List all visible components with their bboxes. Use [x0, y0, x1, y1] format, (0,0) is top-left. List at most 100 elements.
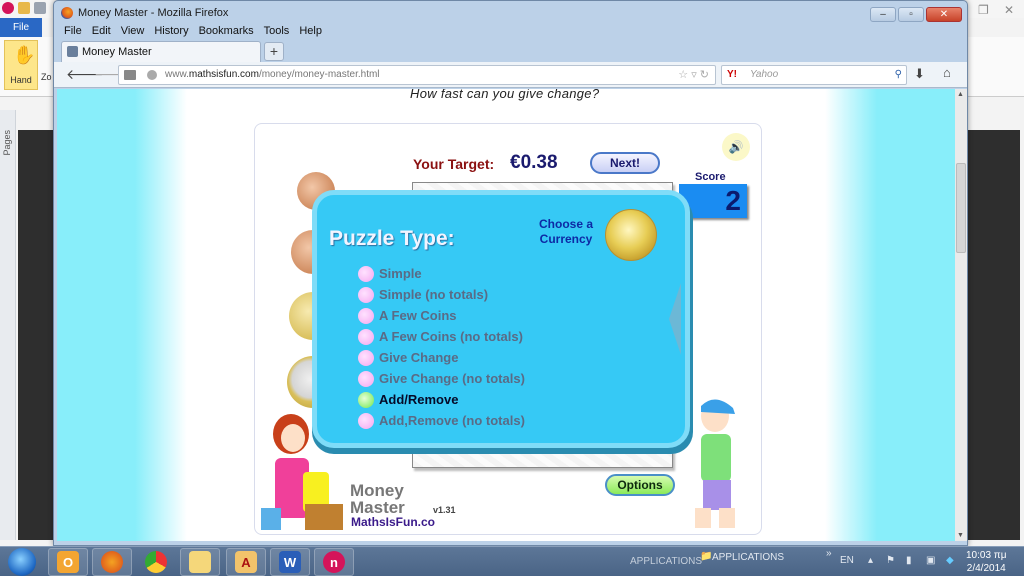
chrome-icon: [145, 551, 167, 573]
site-link[interactable]: MathsIsFun.co: [351, 515, 435, 529]
app-logo-icon: [2, 2, 14, 14]
dropdown-icon[interactable]: ▿: [691, 69, 697, 81]
hand-tool-label: Hand: [10, 75, 32, 85]
word-icon: W: [279, 551, 301, 573]
power-icon[interactable]: ▮: [906, 555, 912, 566]
scroll-thumb[interactable]: [956, 163, 966, 253]
option-label: Add,Remove (no totals): [379, 413, 525, 428]
download-icon[interactable]: ⬇: [914, 66, 925, 82]
home-icon[interactable]: ⌂: [943, 65, 951, 80]
bookmark-star-icon[interactable]: ☆: [678, 69, 688, 81]
option-give-change[interactable]: Give Change: [358, 347, 525, 368]
toolbar-overflow[interactable]: »: [826, 548, 832, 559]
window-title-bar: Money Master - Mozilla Firefox: [61, 7, 228, 19]
currency-coin-icon[interactable]: [605, 209, 657, 261]
save-icon[interactable]: [34, 2, 46, 14]
app-n-icon: n: [323, 551, 345, 573]
menu-tools[interactable]: Tools: [264, 25, 290, 37]
open-folder-icon[interactable]: [18, 2, 30, 14]
logo-line-2: Master: [350, 498, 405, 517]
toolbar-applications-1[interactable]: APPLICATIONS: [630, 556, 702, 567]
menu-view[interactable]: View: [121, 25, 145, 37]
panel-collapse-arrow-icon[interactable]: [669, 283, 681, 355]
network-icon[interactable]: ▣: [926, 555, 935, 566]
next-button[interactable]: Next!: [590, 152, 660, 174]
close-button[interactable]: ✕: [926, 7, 962, 22]
start-button[interactable]: [8, 548, 36, 576]
option-simple[interactable]: Simple: [358, 263, 525, 284]
url-bar-actions: ☆ ▿ ↻: [678, 66, 709, 84]
option-give-change-no-totals[interactable]: Give Change (no totals): [358, 368, 525, 389]
taskbar-app[interactable]: n: [314, 548, 354, 576]
globe-icon: [147, 70, 157, 80]
reload-icon[interactable]: ↻: [700, 69, 709, 81]
menu-history[interactable]: History: [154, 25, 188, 37]
menu-help[interactable]: Help: [299, 25, 322, 37]
menu-bar: File Edit View History Bookmarks Tools H…: [64, 25, 322, 37]
url-domain: mathsisfun.com: [188, 69, 259, 80]
menu-file[interactable]: File: [64, 25, 82, 37]
option-a-few-coins[interactable]: A Few Coins: [358, 305, 525, 326]
taskbar-explorer[interactable]: [180, 548, 220, 576]
currency-label-line-1: Choose a: [539, 217, 594, 231]
puzzle-type-panel: Puzzle Type: Choose a Currency Simple Si…: [312, 190, 690, 448]
new-tab-button[interactable]: +: [264, 42, 284, 61]
option-a-few-coins-no-totals[interactable]: A Few Coins (no totals): [358, 326, 525, 347]
security-icon[interactable]: ◆: [946, 555, 954, 566]
search-bar[interactable]: Y! Yahoo ⚲: [721, 65, 907, 85]
close-icon[interactable]: ✕: [1004, 3, 1014, 17]
search-icon[interactable]: ⚲: [895, 66, 902, 84]
scroll-down-icon[interactable]: ▼: [957, 532, 964, 539]
taskbar-firefox[interactable]: [92, 548, 132, 576]
scroll-up-icon[interactable]: ▲: [957, 91, 964, 98]
url-prefix: www.: [165, 69, 189, 80]
sound-icon[interactable]: 🔊: [722, 133, 750, 161]
tab-favicon-icon: [67, 46, 78, 57]
action-center-icon[interactable]: ⚑: [886, 555, 895, 566]
site-identity-icon[interactable]: [124, 70, 136, 80]
option-label: Add/Remove: [379, 392, 459, 407]
taskbar-word[interactable]: W: [270, 548, 310, 576]
folder-small-icon: 📁: [700, 551, 713, 562]
vertical-scrollbar[interactable]: ▲ ▼: [955, 89, 967, 541]
tab-money-master[interactable]: Money Master: [61, 41, 261, 62]
file-tab[interactable]: File: [0, 18, 42, 37]
options-button[interactable]: Options: [605, 474, 675, 496]
choose-currency-label[interactable]: Choose a Currency: [539, 217, 593, 247]
page-tagline: How fast can you give change?: [410, 89, 600, 101]
minimize-button[interactable]: –: [870, 7, 896, 22]
option-simple-no-totals[interactable]: Simple (no totals): [358, 284, 525, 305]
option-label: Give Change: [379, 350, 459, 365]
taskbar-reader[interactable]: A: [226, 548, 266, 576]
reader-icon: A: [235, 551, 257, 573]
taskbar-chrome[interactable]: [136, 548, 176, 576]
option-add-remove[interactable]: Add/Remove: [358, 389, 525, 410]
version-label: v1.31: [433, 505, 456, 515]
menu-edit[interactable]: Edit: [92, 25, 111, 37]
menu-bookmarks[interactable]: Bookmarks: [199, 25, 254, 37]
language-indicator[interactable]: EN: [840, 555, 854, 566]
system-clock[interactable]: 10:03 πμ 2/4/2014: [966, 549, 1006, 575]
toolbar-applications-2[interactable]: APPLICATIONS: [712, 552, 784, 563]
show-hidden-icons[interactable]: ▴: [868, 555, 873, 566]
yahoo-logo-icon[interactable]: Y!: [727, 66, 737, 84]
pages-panel-tab[interactable]: Pages: [2, 130, 12, 156]
firefox-icon: [101, 551, 123, 573]
url-bar[interactable]: www.mathsisfun.com/money/money-master.ht…: [118, 65, 716, 85]
hand-tool-button[interactable]: ✋ Hand: [4, 40, 38, 90]
clock-date: 2/4/2014: [966, 563, 1006, 574]
taskbar: O A W n APPLICATIONS 📁 APPLICATIONS » EN…: [0, 546, 1024, 576]
option-add-remove-no-totals[interactable]: Add,Remove (no totals): [358, 410, 525, 431]
firefox-logo-icon: [61, 7, 73, 19]
outlook-icon: O: [57, 551, 79, 573]
restore-icon[interactable]: ❐: [978, 3, 989, 17]
game-logo: Money Master: [350, 482, 405, 516]
maximize-button[interactable]: ▫: [898, 7, 924, 22]
search-placeholder: Yahoo: [750, 69, 779, 80]
radio-dot-icon: [358, 412, 374, 429]
customer-boy-illustration: [695, 399, 735, 528]
zoom-tool-label[interactable]: Zo: [41, 72, 52, 82]
hand-icon: ✋: [13, 45, 36, 65]
taskbar-outlook[interactable]: O: [48, 548, 88, 576]
navigation-bar: 🡐 🡒 www.mathsisfun.com/money/money-maste…: [54, 62, 967, 88]
